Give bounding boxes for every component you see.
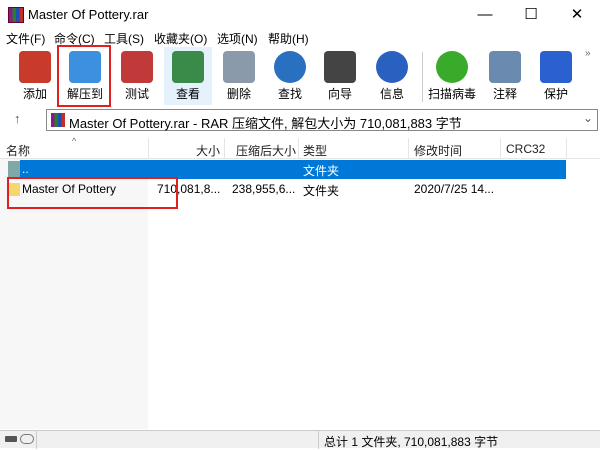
toolbar-label: 查看 xyxy=(175,87,200,101)
wizard-wand-icon xyxy=(324,51,356,83)
column-header: 名称 ^ 大小 压缩后大小 类型 修改时间 CRC32 xyxy=(0,136,600,159)
toolbar-label: 向导 xyxy=(327,87,352,101)
menu-help[interactable]: 帮助(H) xyxy=(268,30,309,47)
toolbar-label: 信息 xyxy=(379,87,404,101)
toolbar-button-4[interactable]: 删除 xyxy=(215,47,263,105)
toolbar-separator xyxy=(422,52,423,102)
close-button[interactable]: ✕ xyxy=(554,0,600,30)
folder-up-icon xyxy=(8,161,20,178)
status-bar: 总计 1 文件夹, 710,081,883 字节 xyxy=(0,430,600,449)
column-size[interactable]: 大小 xyxy=(196,142,220,159)
toolbar-label: 测试 xyxy=(124,87,149,101)
window-title: Master Of Pottery.rar xyxy=(28,7,149,22)
toolbar-label: 查找 xyxy=(277,87,302,101)
toolbar-button-3[interactable]: 查看 xyxy=(164,47,212,105)
comment-icon xyxy=(489,51,521,83)
menu-favorites[interactable]: 收藏夹(O) xyxy=(154,30,207,47)
trash-icon xyxy=(223,51,255,83)
winrar-icon xyxy=(8,7,24,23)
status-text: 总计 1 文件夹, 710,081,883 字节 xyxy=(324,435,499,449)
row-type: 文件夹 xyxy=(303,184,340,198)
toolbar-button-2[interactable]: 测试 xyxy=(113,47,161,105)
extract-highlight-box xyxy=(57,45,111,107)
toolbar-label: 注释 xyxy=(492,87,517,101)
test-clipboard-icon xyxy=(121,51,153,83)
toolbar-button-8[interactable]: 扫描病毒 xyxy=(428,47,476,105)
address-text: Master Of Pottery.rar - RAR 压缩文件, 解包大小为 … xyxy=(69,116,462,131)
info-icon xyxy=(376,51,408,83)
row-packed: 238,955,6... xyxy=(232,182,296,196)
menu-file[interactable]: 文件(F) xyxy=(6,30,45,47)
column-modified[interactable]: 修改时间 xyxy=(414,142,462,159)
toolbar-button-5[interactable]: 查找 xyxy=(266,47,314,105)
menu-options[interactable]: 选项(N) xyxy=(217,30,258,47)
address-dropdown[interactable]: ⌄ xyxy=(583,111,593,125)
minimize-button[interactable]: — xyxy=(462,0,508,30)
column-packed[interactable]: 压缩后大小 xyxy=(236,142,296,159)
sort-ascending-icon: ^ xyxy=(72,136,77,146)
toolbar-more-button[interactable]: » xyxy=(585,48,591,59)
key-icon xyxy=(20,434,34,444)
toolbar-label: 扫描病毒 xyxy=(428,87,477,101)
column-type[interactable]: 类型 xyxy=(303,142,327,159)
toolbar-button-7[interactable]: 信息 xyxy=(368,47,416,105)
drive-icon xyxy=(5,436,17,442)
toolbar-label: 添加 xyxy=(22,87,47,101)
up-button[interactable]: ↑ xyxy=(14,111,21,126)
toolbar-button-10[interactable]: 保护 xyxy=(532,47,580,105)
archive-icon xyxy=(51,113,65,127)
add-archive-icon xyxy=(19,51,51,83)
toolbar-button-0[interactable]: 添加 xyxy=(11,47,59,105)
menu-bar: 文件(F) 命令(C) 工具(S) 收藏夹(O) 选项(N) 帮助(H) xyxy=(0,29,600,46)
row-type: 文件夹 xyxy=(303,164,340,178)
folder-highlight-box xyxy=(7,177,178,209)
toolbar-button-9[interactable]: 注释 xyxy=(481,47,529,105)
address-field[interactable]: Master Of Pottery.rar - RAR 压缩文件, 解包大小为 … xyxy=(46,109,598,131)
magnifier-icon xyxy=(274,51,306,83)
toolbar-button-6[interactable]: 向导 xyxy=(316,47,364,105)
toolbar-label: 保护 xyxy=(543,87,568,101)
toolbar-label: 删除 xyxy=(226,87,251,101)
virus-scan-icon xyxy=(436,51,468,83)
maximize-button[interactable]: ☐ xyxy=(508,0,554,30)
column-crc32[interactable]: CRC32 xyxy=(506,142,545,156)
column-name[interactable]: 名称 xyxy=(6,142,30,159)
address-bar: ↑ Master Of Pottery.rar - RAR 压缩文件, 解包大小… xyxy=(0,107,600,133)
shield-icon xyxy=(540,51,572,83)
row-name: .. xyxy=(22,162,29,176)
title-bar: Master Of Pottery.rar — ☐ ✕ xyxy=(0,0,600,30)
view-book-icon xyxy=(172,51,204,83)
row-modified: 2020/7/25 14... xyxy=(414,182,495,196)
